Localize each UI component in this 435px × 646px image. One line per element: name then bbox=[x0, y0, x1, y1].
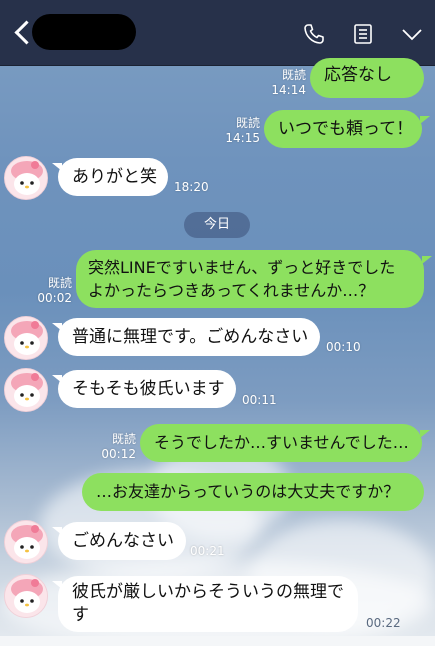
message-text: ごめんなさい bbox=[72, 531, 174, 551]
read-receipt: 既読 bbox=[47, 276, 72, 290]
sent-message-bubble[interactable]: 突然LINEですいません、ずっと好きでした よかったらつきあってくれませんか…？ bbox=[76, 250, 424, 308]
received-message-bubble[interactable]: そもそも彼氏います bbox=[58, 370, 236, 408]
received-message-bubble[interactable]: ありがと笑 bbox=[58, 158, 168, 196]
read-receipt: 既読 bbox=[111, 432, 136, 446]
date-separator: 今日 bbox=[184, 212, 250, 238]
avatar-character-icon bbox=[5, 575, 47, 617]
read-receipt: 既読 bbox=[281, 68, 306, 82]
chevron-down-icon[interactable] bbox=[400, 22, 424, 46]
memo-icon[interactable] bbox=[351, 22, 375, 46]
contact-avatar[interactable] bbox=[4, 574, 48, 618]
message-text: ありがと笑 bbox=[72, 167, 157, 187]
input-bar-edge bbox=[0, 636, 435, 646]
message-time: 00:12 bbox=[101, 447, 136, 461]
message-time: 00:11 bbox=[242, 393, 277, 407]
message-meta: 既読 00:12 bbox=[92, 432, 136, 462]
contact-avatar[interactable] bbox=[4, 368, 48, 412]
bubble-tail bbox=[420, 430, 430, 438]
message-meta: 既読 14:14 bbox=[260, 68, 306, 98]
message-time: 18:20 bbox=[174, 180, 209, 194]
sent-message-bubble[interactable]: …お友達からっていうのは大丈夫ですか？ bbox=[82, 473, 424, 511]
avatar-character-icon bbox=[5, 369, 47, 411]
contact-avatar[interactable] bbox=[4, 520, 48, 564]
avatar-character-icon bbox=[5, 521, 47, 563]
sent-message-bubble[interactable]: 応答なし bbox=[310, 58, 424, 98]
message-meta: 既読 00:02 bbox=[28, 276, 72, 306]
message-text-line: 彼氏が厳しいからそういうの無理で bbox=[72, 582, 344, 602]
read-receipt: 既読 bbox=[235, 116, 260, 130]
received-message-bubble[interactable]: ごめんなさい bbox=[58, 522, 186, 560]
message-text-line: 突然LINEですいません、ずっと好きでした bbox=[88, 258, 396, 277]
message-time: 00:10 bbox=[326, 340, 361, 354]
message-text: そもそも彼氏います bbox=[72, 379, 225, 399]
chat-header bbox=[0, 0, 435, 66]
bubble-tail bbox=[420, 116, 430, 124]
message-text: 応答なし bbox=[324, 65, 392, 85]
message-text: 普通に無理です。ごめんなさい bbox=[72, 327, 309, 347]
phone-icon[interactable] bbox=[302, 22, 326, 46]
contact-avatar[interactable] bbox=[4, 156, 48, 200]
sent-message-bubble[interactable]: そうでしたか…すいませんでした… bbox=[140, 424, 422, 462]
message-text-line: よかったらつきあってくれませんか…？ bbox=[88, 281, 375, 300]
contact-avatar[interactable] bbox=[4, 316, 48, 360]
avatar-character-icon bbox=[5, 157, 47, 199]
message-text-line: す bbox=[72, 605, 89, 625]
received-message-bubble[interactable]: 彼氏が厳しいからそういうの無理で す bbox=[58, 576, 358, 632]
sent-message-bubble[interactable]: いつでも頼って！ bbox=[264, 110, 422, 148]
chevron-left-icon[interactable] bbox=[12, 20, 34, 48]
received-message-bubble[interactable]: 普通に無理です。ごめんなさい bbox=[58, 318, 320, 356]
avatar-character-icon bbox=[5, 317, 47, 359]
message-time: 00:22 bbox=[366, 616, 401, 630]
message-text: …お友達からっていうのは大丈夫ですか？ bbox=[96, 482, 400, 501]
message-time: 14:14 bbox=[271, 83, 306, 97]
message-time: 14:15 bbox=[225, 131, 260, 145]
message-time: 00:02 bbox=[37, 291, 72, 305]
message-text: いつでも頼って！ bbox=[278, 119, 414, 139]
message-time: 00:21 bbox=[190, 544, 225, 558]
message-meta: 既読 14:15 bbox=[214, 116, 260, 146]
bubble-tail bbox=[422, 256, 432, 264]
message-text: そうでしたか…すいませんでした… bbox=[154, 433, 409, 452]
redacted-contact-name bbox=[32, 14, 136, 50]
